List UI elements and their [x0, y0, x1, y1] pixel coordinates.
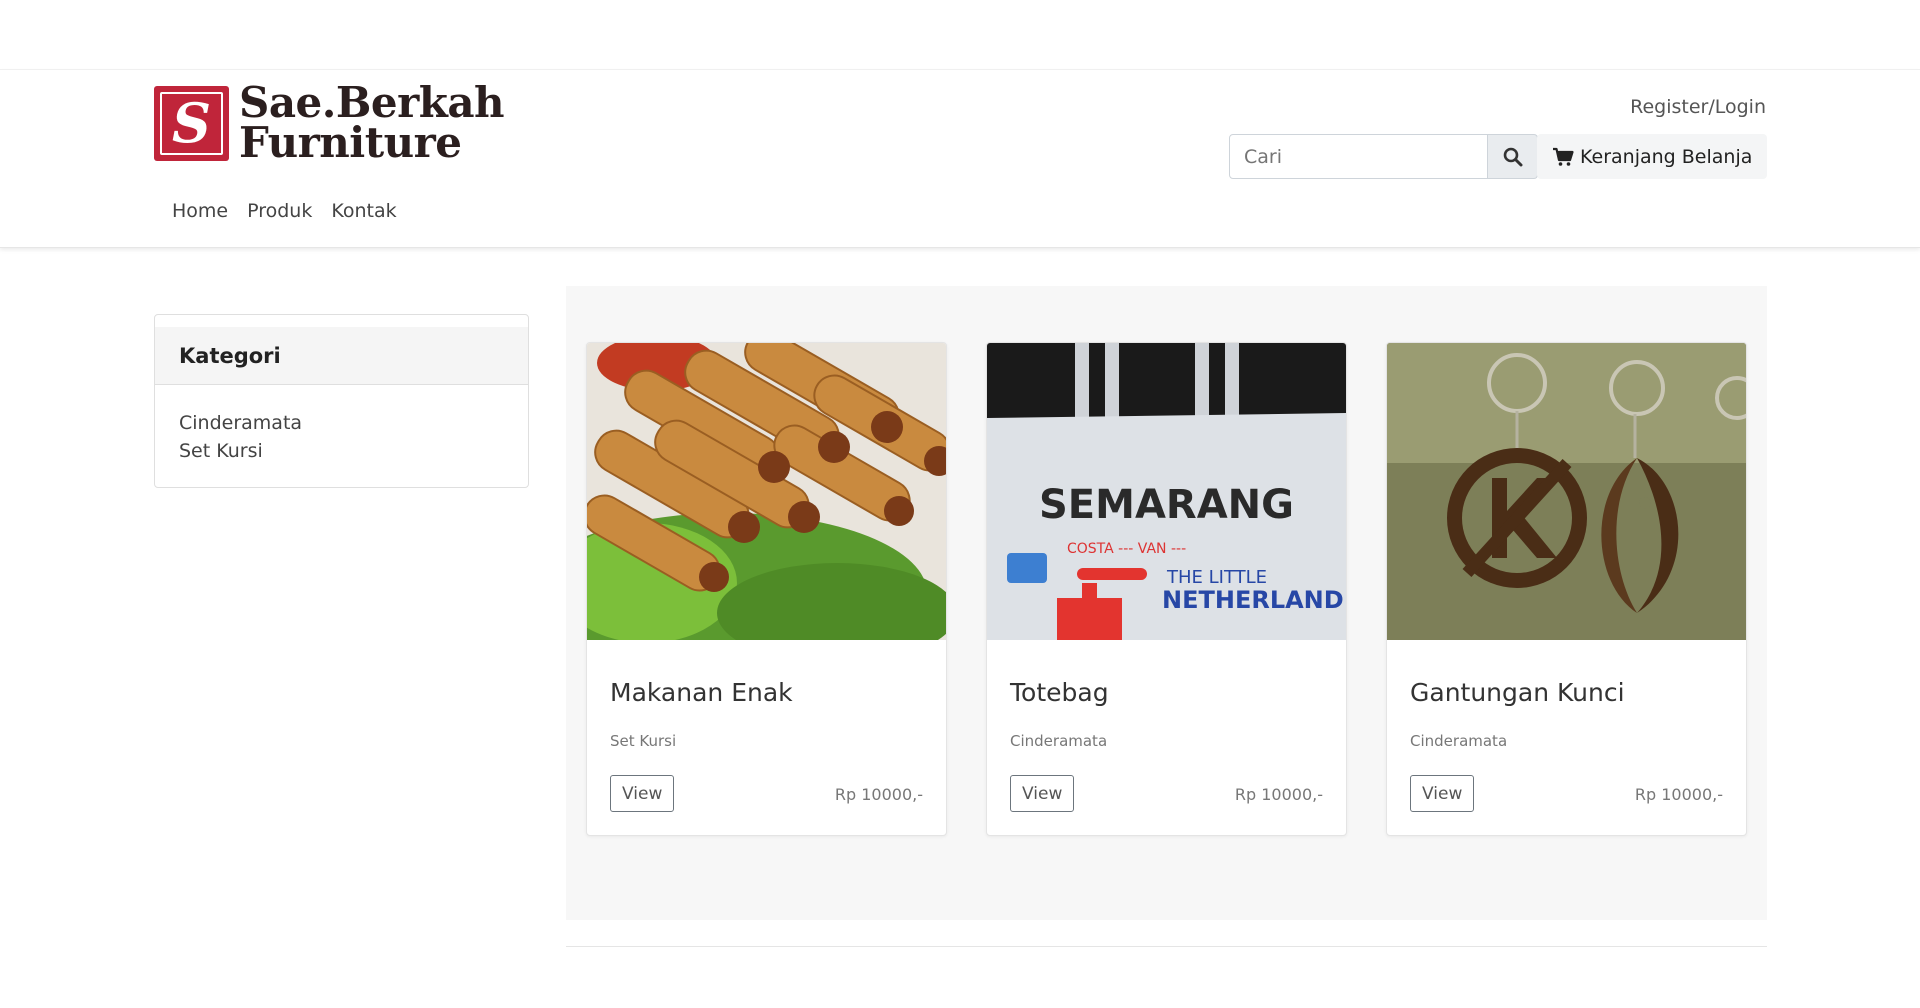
- spring-rolls-photo: [587, 343, 946, 640]
- cart-icon: [1553, 147, 1574, 166]
- product-card: Makanan Enak Set Kursi View Rp 10000,-: [586, 342, 947, 836]
- brand-name-line2: Furniture: [239, 118, 462, 167]
- product-title[interactable]: Makanan Enak: [610, 678, 793, 707]
- view-button[interactable]: View: [610, 775, 675, 812]
- product-category: Cinderamata: [1010, 732, 1108, 750]
- product-image[interactable]: SEMARANG COSTA --- VAN --- THE LITTLE NE…: [987, 343, 1346, 640]
- brand-name-line1: Sae.Berkah: [239, 78, 505, 127]
- register-login-link[interactable]: Register/Login: [1630, 96, 1766, 118]
- view-button[interactable]: View: [1010, 775, 1075, 812]
- semarang-totebag-photo: SEMARANG COSTA --- VAN --- THE LITTLE NE…: [987, 343, 1346, 640]
- svg-text:COSTA --- VAN ---: COSTA --- VAN ---: [1067, 541, 1186, 557]
- nav-produk[interactable]: Produk: [247, 200, 312, 222]
- brand-name: Sae.Berkah Furniture: [239, 78, 505, 167]
- nav-kontak[interactable]: Kontak: [331, 200, 396, 222]
- product-price: Rp 10000,-: [1234, 785, 1323, 804]
- logo-mark: S: [154, 85, 229, 161]
- category-panel: Kategori Cinderamata Set Kursi: [154, 314, 529, 488]
- view-button[interactable]: View: [1410, 775, 1475, 812]
- footer-divider: [566, 946, 1767, 947]
- category-list: Cinderamata Set Kursi: [155, 385, 528, 487]
- product-title[interactable]: Totebag: [1010, 678, 1109, 707]
- cart-label: Keranjang Belanja: [1580, 145, 1753, 168]
- product-area: Makanan Enak Set Kursi View Rp 10000,- S…: [566, 286, 1767, 920]
- product-category: Cinderamata: [1410, 732, 1508, 750]
- search-group: [1229, 134, 1538, 179]
- product-title[interactable]: Gantungan Kunci: [1410, 678, 1625, 707]
- product-category: Set Kursi: [610, 732, 677, 750]
- wooden-keychain-photo: [1387, 343, 1746, 640]
- cart-button[interactable]: Keranjang Belanja: [1537, 134, 1768, 179]
- category-title: Kategori: [155, 327, 528, 385]
- category-item-cinderamata[interactable]: Cinderamata: [179, 409, 504, 437]
- search-button[interactable]: [1488, 134, 1538, 179]
- product-price: Rp 10000,-: [1634, 785, 1723, 804]
- search-icon: [1503, 147, 1522, 166]
- svg-text:SEMARANG: SEMARANG: [1039, 482, 1294, 528]
- product-price: Rp 10000,-: [834, 785, 923, 804]
- top-strip: [0, 0, 1920, 70]
- search-input[interactable]: [1229, 134, 1488, 179]
- svg-text:THE LITTLE: THE LITTLE: [1166, 567, 1267, 588]
- nav-home[interactable]: Home: [172, 200, 228, 222]
- main-nav: Home Produk Kontak: [172, 200, 397, 222]
- product-card: Gantungan Kunci Cinderamata View Rp 1000…: [1386, 342, 1747, 836]
- product-image[interactable]: [1387, 343, 1746, 640]
- brand-logo[interactable]: S Sae.Berkah Furniture: [154, 78, 505, 167]
- svg-text:NETHERLAND: NETHERLAND: [1162, 586, 1344, 614]
- category-item-set-kursi[interactable]: Set Kursi: [179, 437, 504, 465]
- product-card: SEMARANG COSTA --- VAN --- THE LITTLE NE…: [986, 342, 1347, 836]
- product-image[interactable]: [587, 343, 946, 640]
